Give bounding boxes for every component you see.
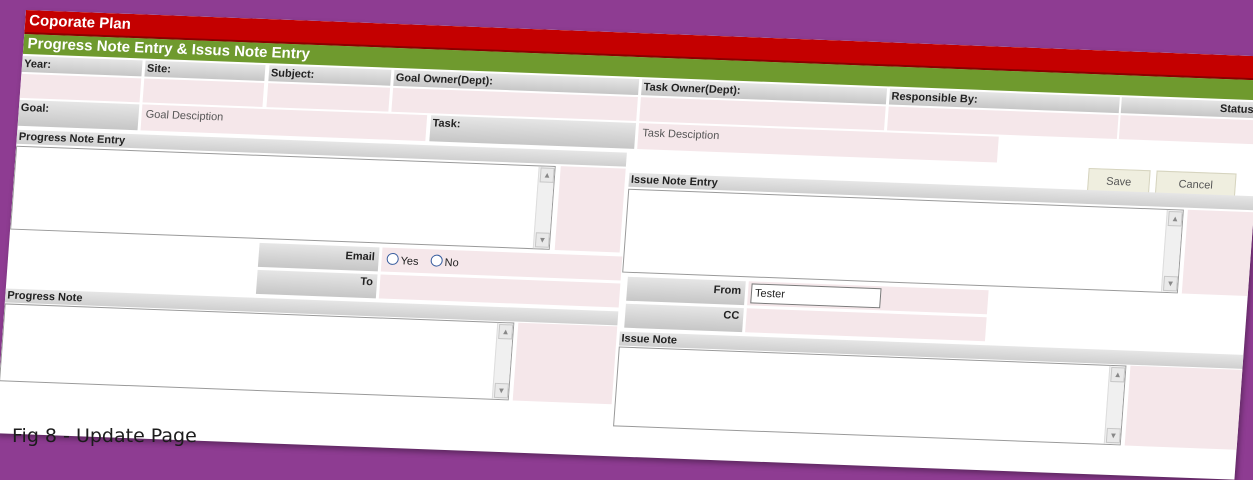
subject-field[interactable] [266, 83, 391, 112]
email-yes-radio[interactable] [386, 252, 400, 266]
subject-label: Subject: [268, 65, 392, 86]
year-label: Year: [21, 55, 143, 77]
task-label: Task: [429, 115, 637, 149]
scroll-down-icon[interactable]: ▼ [493, 382, 509, 399]
progress-note-side-cell [512, 322, 618, 405]
to-label: To [255, 269, 378, 299]
from-label: From [626, 276, 746, 306]
site-field[interactable] [142, 78, 265, 107]
cc-label: CC [624, 303, 744, 333]
scroll-up-icon[interactable]: ▲ [498, 323, 514, 340]
email-yes-label: Yes [400, 255, 419, 268]
progress-entry-side-cell [554, 166, 626, 253]
email-no-label: No [444, 256, 460, 270]
email-radio-group: Yes No [386, 252, 460, 270]
scroll-up-icon[interactable]: ▲ [1167, 211, 1183, 227]
progress-entry-textarea[interactable]: ▲ ▼ [10, 145, 556, 250]
email-no-radio[interactable] [430, 254, 444, 267]
issue-entry-side-cell [1181, 209, 1253, 297]
scroll-down-icon[interactable]: ▼ [1105, 427, 1121, 444]
scroll-up-icon[interactable]: ▲ [539, 167, 555, 183]
progress-note-scrollbar[interactable]: ▲ ▼ [491, 322, 514, 400]
status-field[interactable] [1118, 115, 1253, 145]
update-form-panel: Coporate Plan Progress Note Entry & Issu… [0, 10, 1253, 480]
scroll-down-icon[interactable]: ▼ [534, 232, 550, 248]
year-field[interactable] [19, 73, 142, 103]
issue-note-side-cell [1124, 365, 1243, 450]
scroll-down-icon[interactable]: ▼ [1162, 275, 1179, 292]
email-label: Email [257, 242, 380, 272]
figure-caption: Fig 8 - Update Page [12, 425, 197, 447]
to-field[interactable] [378, 274, 621, 308]
cc-field[interactable] [745, 308, 987, 342]
progress-entry-scrollbar[interactable]: ▲ ▼ [532, 166, 555, 249]
issue-note-scrollbar[interactable]: ▲ ▼ [1103, 365, 1126, 445]
issue-entry-scrollbar[interactable]: ▲ ▼ [1160, 209, 1183, 293]
goal-label: Goal: [17, 99, 140, 131]
site-label: Site: [144, 60, 266, 81]
scroll-up-icon[interactable]: ▲ [1110, 366, 1126, 383]
